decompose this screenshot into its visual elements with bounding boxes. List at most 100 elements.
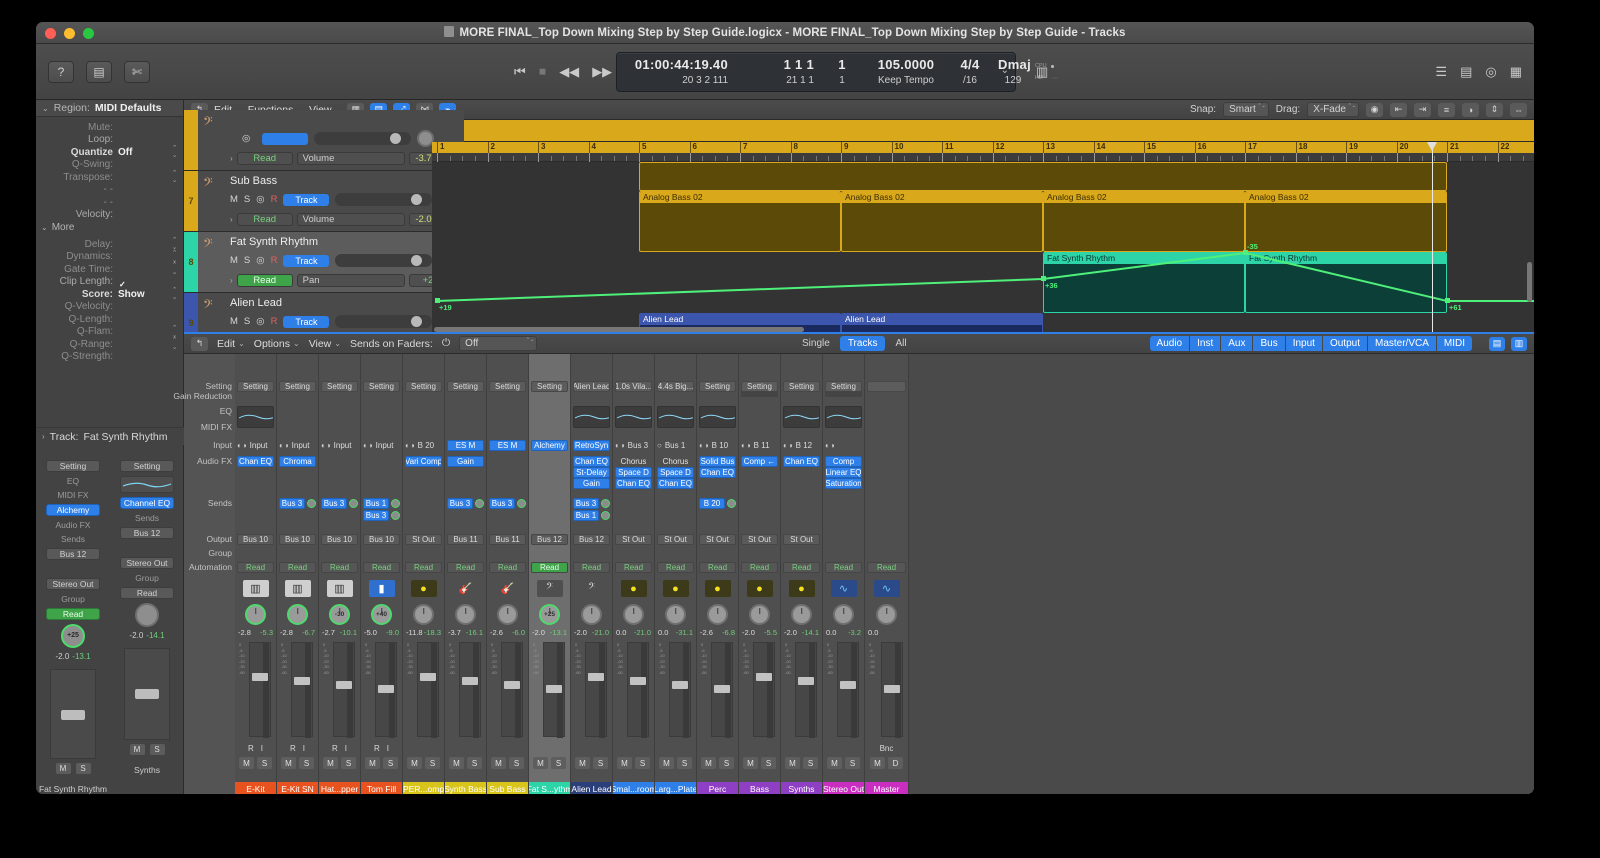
solo-button[interactable]: S	[244, 316, 250, 327]
volume-slider[interactable]	[314, 132, 411, 145]
send-level-knob[interactable]	[349, 499, 358, 508]
library-button[interactable]: ▤	[86, 61, 112, 83]
automation-mode-button[interactable]: Read	[825, 562, 862, 573]
pan-knob[interactable]	[135, 603, 159, 627]
output-slot[interactable]: Bus 10	[279, 534, 316, 545]
input-monitor-button[interactable]: I	[261, 744, 263, 754]
lcd-time-column[interactable]: 01:00:44:19.40 20 3 2 111	[617, 53, 735, 91]
automation-mode-button[interactable]: Read	[447, 562, 484, 573]
loops-icon[interactable]: ◎	[1485, 64, 1496, 80]
automation-mode-button[interactable]: Read	[531, 562, 568, 573]
mute-button[interactable]: M	[870, 757, 885, 769]
mute-button[interactable]: M	[785, 757, 800, 769]
tempo-value[interactable]: 105.0000	[870, 56, 942, 73]
smpte-position[interactable]: 01:00:44:19.40	[624, 56, 728, 73]
input-slot[interactable]: Bus 3	[628, 441, 648, 450]
mute-button[interactable]: M	[130, 744, 145, 755]
tuner-icon[interactable]: ▥	[1036, 64, 1048, 80]
inspector-row[interactable]: - -	[36, 184, 183, 197]
output-slot[interactable]: Bus 10	[321, 534, 358, 545]
beat-position[interactable]: 1 1 1	[742, 56, 814, 73]
record-enable-button[interactable]: R	[271, 255, 278, 266]
automation-mode-button[interactable]: Read	[489, 562, 526, 573]
inspector-row[interactable]: Q-Velocity:	[36, 301, 183, 314]
fader-cap[interactable]	[714, 685, 730, 693]
pan-knob[interactable]	[497, 604, 518, 625]
track-buttons[interactable]: MS◎RTrack	[230, 252, 455, 269]
audio-fx-slot[interactable]: Chan EQ	[699, 467, 736, 478]
send-slot[interactable]: Bus 3	[363, 510, 389, 521]
volume-fader[interactable]	[543, 642, 565, 737]
pan-knob[interactable]	[287, 604, 308, 625]
mute-button[interactable]: M	[743, 757, 758, 769]
chevron-right-icon[interactable]: ›	[230, 215, 233, 224]
track-header[interactable]: 8𝄢Fat Synth RhythmMS◎RTrack›ReadPan+25	[184, 232, 464, 293]
fader-cap[interactable]	[336, 681, 352, 689]
mute-button[interactable]: M	[407, 757, 422, 769]
peak-value[interactable]: -6.0	[512, 628, 525, 638]
inspector-row[interactable]: QuantizeOff⌃⌄	[36, 146, 183, 159]
volume-value[interactable]: 0.0	[616, 628, 626, 638]
volume-slider[interactable]	[335, 193, 432, 206]
audio-fx-slot[interactable]: Space D	[657, 467, 694, 478]
solo-button[interactable]: S	[845, 757, 860, 769]
volume-fader[interactable]	[669, 642, 691, 737]
pan-knob[interactable]	[665, 604, 686, 625]
input-monitor-button[interactable]: I	[387, 744, 389, 754]
sends-on-faders-select[interactable]: Off	[459, 336, 537, 351]
timeline[interactable]: 12345678910111213141516171819202122 Anal…	[432, 142, 1534, 332]
chevron-right-icon[interactable]: ›	[230, 276, 233, 285]
mixer-filter-inst[interactable]: Inst	[1190, 336, 1220, 351]
solo-button[interactable]: S	[150, 744, 165, 755]
solo-button[interactable]: S	[593, 757, 608, 769]
mixer-filter-bus[interactable]: Bus	[1253, 336, 1284, 351]
audio-fx-slot[interactable]: Saturation	[825, 478, 862, 489]
inspector-row[interactable]: Gate Time:⌃⌄	[36, 263, 183, 276]
setting-button[interactable]: Setting	[699, 381, 736, 392]
setting-button[interactable]: Setting	[363, 381, 400, 392]
output-slot[interactable]: St Out	[699, 534, 736, 545]
instrument-icon[interactable]: ▥	[243, 580, 269, 597]
fader-cap[interactable]	[504, 681, 520, 689]
input-slot[interactable]: ES M	[489, 440, 526, 451]
audio-fx-slot[interactable]: St-Delay	[573, 467, 610, 478]
volume-value[interactable]: 0.0	[826, 628, 836, 638]
inspector-row[interactable]: Score:Show⌃⌄	[36, 288, 183, 301]
solo-button[interactable]: S	[244, 255, 250, 266]
pan-knob[interactable]: +25	[61, 624, 85, 648]
mute-button[interactable]: M	[239, 757, 254, 769]
channel-name-bar[interactable]: Synths	[781, 782, 822, 794]
lcd-chevron-down-icon[interactable]: ⌄	[1001, 65, 1009, 76]
volume-value[interactable]: -2.0	[742, 628, 755, 638]
slider-knob[interactable]	[411, 194, 422, 205]
output-slot[interactable]: St Out	[405, 534, 442, 545]
channel-strip[interactable]: Setting◐◑InputChromaBus 3Bus 10Read▥-2.8…	[277, 354, 319, 794]
setting-button[interactable]: Setting	[279, 381, 316, 392]
automation-mode-button[interactable]: Read	[699, 562, 736, 573]
track-height-icon[interactable]: ≡	[1438, 103, 1455, 117]
fader-cap[interactable]	[672, 681, 688, 689]
lcd-tempo-column[interactable]: 105.0000 Keep Tempo	[863, 53, 949, 91]
lcd-tick-column[interactable]: 1 1	[821, 53, 863, 91]
automation-mode-button[interactable]: Read	[120, 587, 174, 599]
playhead-handle[interactable]	[1427, 142, 1437, 151]
track-inspector-header[interactable]: › Track: Fat Synth Rhythm	[36, 427, 184, 445]
audio-fx-slot[interactable]: Linear EQ	[825, 467, 862, 478]
mixer-menu-view[interactable]: View⌄	[309, 338, 341, 350]
fader-cap[interactable]	[61, 710, 85, 720]
zoom-in-icon[interactable]: ⇥	[1414, 103, 1431, 117]
tempo-mode[interactable]: Keep Tempo	[870, 73, 942, 89]
peak-value[interactable]: -18.3	[424, 628, 441, 638]
audio-fx-slot[interactable]: Chan EQ	[237, 456, 274, 467]
peak-value[interactable]: -10.1	[340, 628, 357, 638]
solo-button[interactable]: S	[677, 757, 692, 769]
solo-button[interactable]: S	[425, 757, 440, 769]
setting-button[interactable]: Setting	[237, 381, 274, 392]
instrument-slot[interactable]: Alchemy	[46, 504, 100, 516]
volume-fader[interactable]	[375, 642, 397, 737]
eq-thumbnail[interactable]	[573, 406, 610, 428]
region[interactable]: Analog Bass 02	[1245, 191, 1447, 252]
output-slot[interactable]: St Out	[615, 534, 652, 545]
region[interactable]: Fat Synth Rhythm	[1043, 252, 1245, 313]
lcd-beats-column[interactable]: 1 1 1 21 1 1	[735, 53, 821, 91]
